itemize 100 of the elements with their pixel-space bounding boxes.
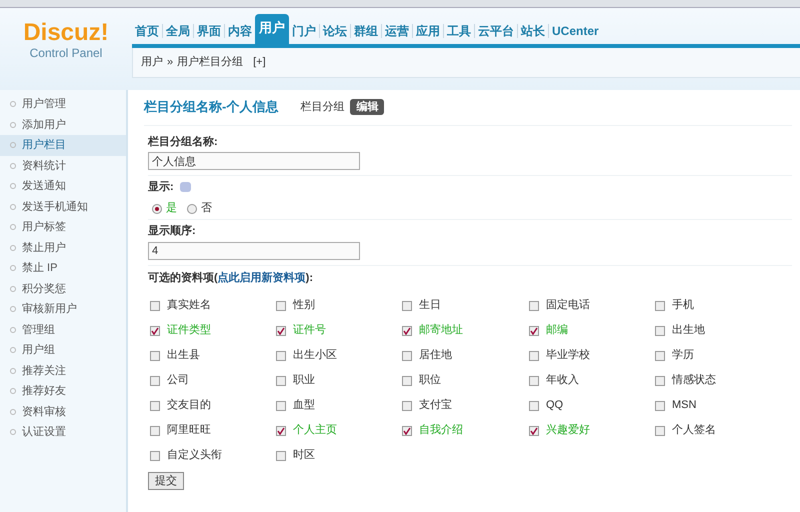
radio-button[interactable] [152, 204, 162, 214]
checkbox[interactable] [150, 426, 160, 436]
field-label: 显示: [148, 180, 174, 195]
checkbox[interactable] [276, 450, 286, 460]
checkmark-icon [403, 326, 411, 334]
nav-tab[interactable]: 站长 [518, 18, 548, 44]
sidebar-item[interactable]: 用户栏目 [0, 135, 126, 156]
checkbox-label: 固定电话 [546, 298, 590, 314]
checkmark-icon [403, 426, 411, 434]
sidebar-item[interactable]: 发送手机通知 [0, 196, 126, 217]
checkbox[interactable] [276, 376, 286, 386]
sidebar-item[interactable]: 用户管理 [0, 94, 126, 114]
submit-button[interactable]: 提交 [148, 472, 184, 490]
enable-fields-link[interactable]: 点此启用新资料项 [218, 272, 306, 284]
checkbox-label: 居住地 [419, 348, 452, 364]
bullet-icon [10, 429, 16, 436]
checkbox[interactable] [655, 426, 665, 436]
checkbox[interactable] [276, 350, 286, 360]
bullet-icon [10, 101, 16, 108]
sidebar-item[interactable]: 禁止用户 [0, 238, 126, 258]
bullet-icon [10, 244, 16, 251]
sidebar-item[interactable]: 推荐关注 [0, 360, 126, 381]
bullet-icon [10, 306, 16, 312]
checkbox[interactable] [402, 376, 412, 386]
checkbox[interactable] [529, 376, 539, 386]
name-input[interactable]: 个人信息 [148, 152, 360, 170]
sidebar-item[interactable]: 发送通知 [0, 176, 126, 196]
nav-tab[interactable]: 内容 [225, 18, 255, 44]
nav-tab[interactable]: 用户 [255, 14, 289, 44]
sidebar-item[interactable]: 审核新用户 [0, 299, 126, 320]
checkbox[interactable] [150, 400, 160, 410]
sidebar-item[interactable]: 用户组 [0, 340, 126, 360]
checkbox-label: 自定义头衔 [167, 448, 222, 464]
edit-button[interactable]: 编辑 [350, 99, 384, 115]
checkbox-label: 阿里旺旺 [167, 423, 211, 438]
checkbox[interactable] [529, 426, 539, 436]
nav-tab[interactable]: 门户 [289, 18, 319, 44]
nav-tab[interactable]: 论坛 [320, 18, 350, 44]
checkbox-label: 自我介绍 [419, 423, 463, 438]
nav-tab[interactable]: 工具 [444, 18, 474, 44]
sidebar-item[interactable]: 管理组 [0, 320, 126, 340]
nav-tab[interactable]: 首页 [132, 18, 162, 44]
checkbox[interactable] [655, 400, 665, 410]
add-shortcut-link[interactable]: [+] [253, 54, 266, 71]
breadcrumb-separator: » [167, 55, 174, 70]
checkbox[interactable] [655, 300, 665, 310]
bullet-icon [10, 388, 16, 394]
checkbox[interactable] [655, 326, 665, 336]
checkbox-label: 真实姓名 [167, 298, 211, 314]
checkbox-label: 毕业学校 [546, 348, 590, 364]
checkbox-label: 时区 [293, 448, 315, 464]
checkbox[interactable] [150, 326, 160, 336]
checkbox[interactable] [529, 300, 539, 310]
checkbox[interactable] [402, 300, 412, 310]
section-label: 栏目分组 [300, 100, 344, 115]
sidebar-item[interactable]: 添加用户 [0, 114, 126, 135]
sidebar-item[interactable]: 资料统计 [0, 156, 126, 176]
checkbox[interactable] [402, 400, 412, 410]
checkbox[interactable] [150, 350, 160, 360]
sidebar-item[interactable]: 用户标签 [0, 217, 126, 238]
checkbox[interactable] [529, 400, 539, 410]
checkbox-label: 个人签名 [672, 423, 716, 438]
nav-tab[interactable]: 全局 [163, 18, 193, 44]
checkbox[interactable] [655, 376, 665, 386]
sidebar-item[interactable]: 认证设置 [0, 422, 126, 442]
checkbox[interactable] [529, 326, 539, 336]
sidebar-item[interactable]: 积分奖惩 [0, 278, 126, 299]
nav-tab[interactable]: 群组 [351, 18, 381, 44]
sidebar-item[interactable]: 资料审核 [0, 402, 126, 422]
help-icon[interactable] [180, 182, 191, 192]
checkbox-label: 兴趣爱好 [546, 423, 590, 438]
checkbox[interactable] [402, 426, 412, 436]
nav-tab[interactable]: 界面 [194, 18, 224, 44]
sidebar-item[interactable]: 推荐好友 [0, 381, 126, 402]
checkbox[interactable] [150, 376, 160, 386]
checkbox[interactable] [150, 300, 160, 310]
radio-button[interactable] [187, 204, 197, 214]
breadcrumb-link[interactable]: 用户 [141, 54, 163, 71]
checkbox[interactable] [529, 350, 539, 360]
checkbox[interactable] [655, 350, 665, 360]
checkbox[interactable] [150, 450, 160, 460]
bullet-icon [10, 162, 16, 169]
checkbox[interactable] [402, 350, 412, 360]
nav-tab[interactable]: 云平台 [475, 18, 517, 44]
checkbox-label: 出生县 [167, 348, 200, 364]
checkbox[interactable] [276, 326, 286, 336]
nav-tab[interactable]: 应用 [413, 18, 443, 44]
checkbox-label: 情感状态 [672, 372, 716, 388]
order-input[interactable]: 4 [148, 242, 360, 260]
checkbox[interactable] [276, 400, 286, 410]
sidebar-item[interactable]: 禁止 IP [0, 258, 126, 278]
logo-text: Discuz! [23, 20, 109, 46]
nav-tab[interactable]: 运营 [382, 18, 412, 44]
checkbox-label: 手机 [672, 298, 694, 314]
checkbox[interactable] [276, 426, 286, 436]
checkbox[interactable] [276, 300, 286, 310]
field-label: 栏目分组名称: [148, 134, 219, 150]
checkbox[interactable] [402, 326, 412, 336]
nav-tab[interactable]: UCenter [549, 18, 602, 44]
bullet-icon [10, 265, 16, 272]
